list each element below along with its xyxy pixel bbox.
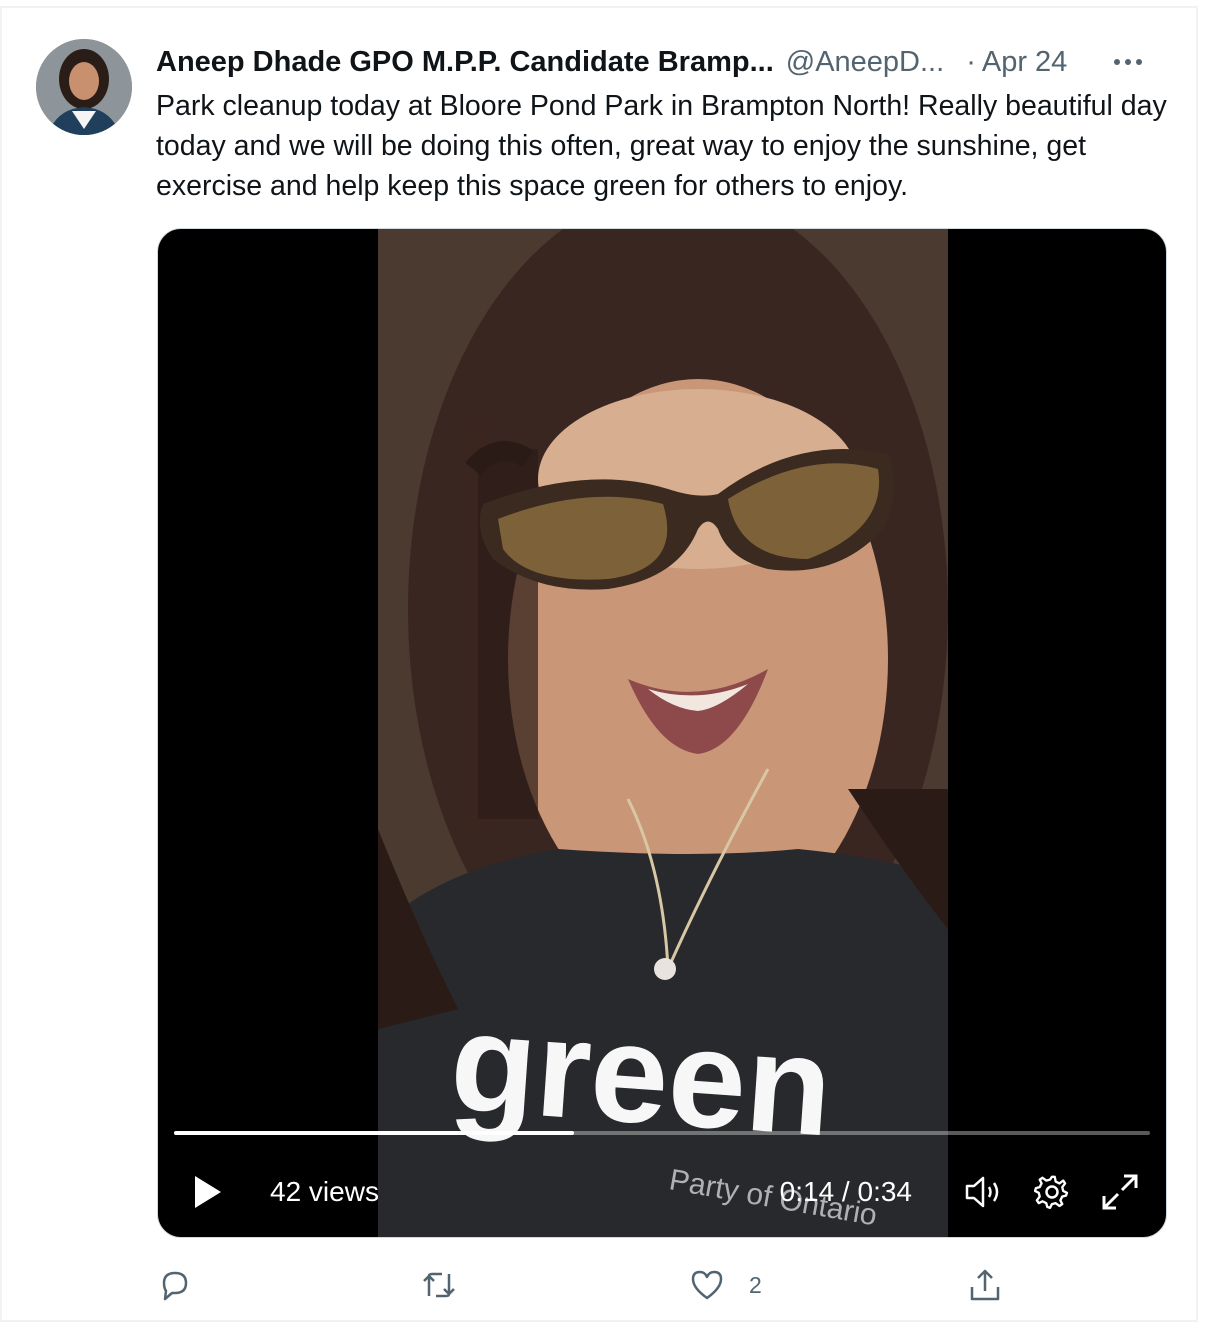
shirt-text: green (446, 982, 837, 1165)
reply-icon (158, 1268, 192, 1302)
author-handle[interactable]: @AneepD... (786, 46, 944, 79)
play-icon[interactable] (186, 1170, 230, 1214)
video-frame[interactable]: green Party of Ontario (378, 229, 948, 1237)
tweet-card[interactable]: Aneep Dhade GPO M.P.P. Candidate Bramp..… (0, 6, 1198, 1322)
retweet-button[interactable] (420, 1262, 482, 1308)
video-progress-bar[interactable] (174, 1131, 1150, 1135)
share-button[interactable] (968, 1262, 1026, 1308)
retweet-icon (420, 1268, 458, 1302)
separator-dot: · (966, 45, 976, 78)
author-avatar[interactable] (36, 39, 132, 135)
tweet-header: Aneep Dhade GPO M.P.P. Candidate Bramp..… (156, 42, 1156, 82)
share-icon (968, 1267, 1002, 1303)
reply-button[interactable] (158, 1262, 216, 1308)
heart-icon (689, 1268, 725, 1302)
view-count: 42 views (270, 1176, 379, 1207)
like-count: 2 (749, 1271, 762, 1298)
video-player[interactable]: green Party of Ontario 42 views 0:14 / 0… (157, 228, 1167, 1238)
avatar-photo (36, 39, 132, 135)
video-controls: 42 views 0:14 / 0:34 (158, 1147, 1166, 1237)
video-progress-fill (174, 1131, 575, 1135)
tweet-actions: 2 (156, 1262, 1036, 1308)
author-name[interactable]: Aneep Dhade GPO M.P.P. Candidate Bramp..… (156, 46, 774, 79)
tweet-date[interactable]: Apr 24 (982, 46, 1067, 79)
more-horizontal-icon[interactable] (1108, 46, 1148, 78)
video-thumbnail: green Party of Ontario (378, 229, 948, 1237)
like-button[interactable]: 2 (689, 1262, 762, 1308)
video-time: 0:14 / 0:34 (779, 1176, 912, 1207)
fullscreen-icon[interactable] (1098, 1170, 1142, 1214)
settings-gear-icon[interactable] (1030, 1170, 1074, 1214)
tweet-text: Park cleanup today at Bloore Pond Park i… (156, 90, 1167, 202)
volume-icon[interactable] (962, 1170, 1006, 1214)
